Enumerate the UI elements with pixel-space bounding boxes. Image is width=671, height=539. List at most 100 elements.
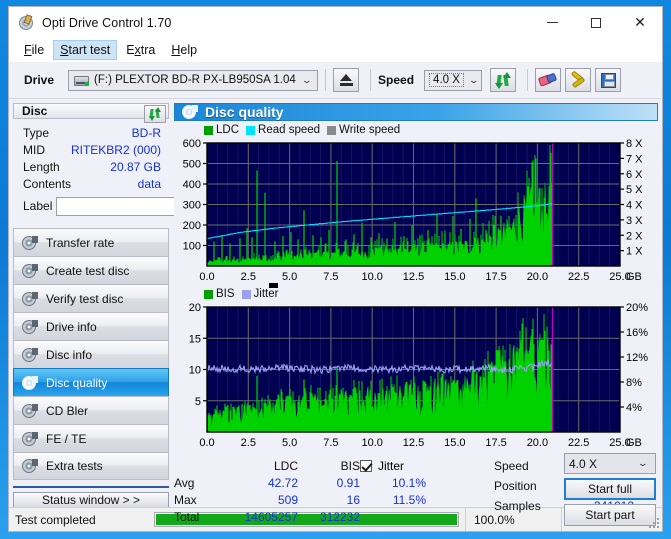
- action-buttons: 4.0 X ⌄ Start full Start part: [564, 453, 656, 526]
- sidebar-item-disc-quality[interactable]: Disc quality: [13, 368, 169, 396]
- eraser-icon: [537, 72, 558, 87]
- disc-icon-8: [22, 431, 38, 446]
- stats-row-label-avg: Avg: [174, 475, 195, 490]
- svg-text:10.0: 10.0: [361, 271, 382, 283]
- disc-quality-icon: [182, 105, 198, 119]
- panel-title: Disc quality: [205, 104, 284, 120]
- svg-text:GB: GB: [626, 271, 642, 283]
- chart-bis[interactable]: 5 10 15 20 4% 8% 12% 16% 20% 0.0 2.5 5.0 7.5 10.0 12.5…: [174, 301, 658, 451]
- erase-button[interactable]: [535, 68, 562, 92]
- speed-stat-label: Speed: [494, 458, 529, 473]
- toolbar: Drive (F:) PLEXTOR BD-R PX-LB950SA 1.04 …: [9, 62, 662, 99]
- disc-row-type: Type BD-R: [15, 124, 167, 141]
- sidebar-item-transfer-rate[interactable]: Transfer rate: [13, 228, 169, 256]
- svg-text:10: 10: [189, 365, 201, 377]
- svg-text:600: 600: [183, 138, 201, 150]
- disc-panel-title: Disc: [22, 104, 48, 118]
- svg-text:5.0: 5.0: [282, 437, 297, 449]
- menu-help[interactable]: Help: [164, 40, 204, 60]
- maximize-button[interactable]: [574, 7, 618, 38]
- close-button[interactable]: ✕: [618, 7, 662, 38]
- svg-text:20%: 20%: [626, 302, 648, 314]
- menu-file[interactable]: File: [17, 40, 51, 60]
- start-full-button[interactable]: Start full: [564, 478, 656, 500]
- start-full-label: Start full: [587, 482, 632, 496]
- legend-label-write-speed: Write speed: [339, 124, 401, 136]
- svg-text:17.5: 17.5: [485, 437, 506, 449]
- disc-refresh-button[interactable]: [144, 105, 166, 123]
- sidebar-item-create-test-disc[interactable]: Create test disc: [13, 256, 169, 284]
- start-part-label: Start part: [585, 508, 635, 522]
- svg-text:500: 500: [183, 159, 201, 171]
- maximize-icon: [591, 17, 601, 28]
- left-sidebar: Disc Type BD-R MID RITEKBR2 (000) Length…: [9, 99, 261, 508]
- chart-ldc[interactable]: 100 200 300 400 500 600 1 X 2 X 3 X 4 X 5 X 6 X 7 X 8…: [174, 137, 658, 285]
- disc-value-mid: RITEKBR2 (000): [70, 142, 161, 157]
- disc-icon-2: [22, 263, 38, 278]
- disc-row-mid: MID RITEKBR2 (000): [15, 141, 167, 158]
- disc-info-list: Type BD-R MID RITEKBR2 (000) Length 20.8…: [13, 119, 261, 222]
- svg-text:7.5: 7.5: [323, 437, 338, 449]
- stats-pad-2: [426, 491, 488, 508]
- sidebar-accent-bar: [13, 486, 169, 488]
- sidebar-label-disc-info: Disc info: [46, 347, 93, 362]
- status-text: Test completed: [15, 512, 96, 527]
- svg-text:3 X: 3 X: [626, 215, 643, 227]
- legend-swatch-write-speed: [327, 125, 337, 135]
- stats-avg-bis: 0.91: [336, 475, 360, 490]
- resize-grip[interactable]: [648, 517, 659, 528]
- disc-label-row: Label: [15, 192, 261, 218]
- speed-select[interactable]: 4.0 X ⌄: [424, 69, 483, 91]
- save-button[interactable]: [595, 68, 622, 92]
- svg-text:2 X: 2 X: [626, 230, 643, 242]
- legend-chart2: BIS Jitter: [174, 283, 658, 301]
- disc-icon-7: [22, 403, 38, 418]
- status-window-button[interactable]: Status window > >: [13, 492, 169, 508]
- charts-container: LDC Read speed Write speed 100 200 300 400 5…: [174, 121, 658, 451]
- sidebar-label-fe-te: FE / TE: [46, 431, 87, 446]
- svg-text:GB: GB: [626, 437, 642, 449]
- stats-pad-3: [360, 508, 426, 525]
- drive-value: (F:) PLEXTOR BD-R PX-LB950SA 1.04: [94, 74, 296, 86]
- eject-button[interactable]: [333, 68, 360, 92]
- disc-value-length: 20.87 GB: [110, 159, 161, 174]
- svg-text:20.0: 20.0: [527, 271, 548, 283]
- svg-text:10.0: 10.0: [361, 437, 382, 449]
- sidebar-label-disc-quality: Disc quality: [46, 375, 108, 390]
- svg-text:7.5: 7.5: [323, 271, 338, 283]
- stats-max-bis: 16: [346, 492, 360, 507]
- svg-text:4%: 4%: [626, 402, 642, 414]
- refresh-button[interactable]: [490, 68, 517, 92]
- sidebar-label-transfer-rate: Transfer rate: [46, 235, 115, 250]
- toolbar-divider-2: [370, 69, 372, 91]
- sidebar-item-fe-te[interactable]: FE / TE: [13, 424, 169, 452]
- sidebar-item-drive-info[interactable]: Drive info: [13, 312, 169, 340]
- stats-header-bis: BIS: [340, 458, 360, 473]
- speed-label: Speed: [378, 73, 415, 87]
- menu-start-test[interactable]: Start test: [53, 40, 118, 60]
- menu-extra[interactable]: Extra: [119, 40, 162, 60]
- sidebar-item-cd-bler[interactable]: CD Bler: [13, 396, 169, 424]
- sidebar-label-extra-tests: Extra tests: [46, 459, 103, 473]
- chevron-down-icon-2: ⌄: [467, 74, 479, 85]
- drive-icon: [74, 74, 90, 87]
- window-title: Opti Drive Control 1.70: [42, 15, 172, 30]
- tools-icon: [570, 70, 587, 88]
- drive-select[interactable]: (F:) PLEXTOR BD-R PX-LB950SA 1.04 ⌄: [68, 69, 319, 91]
- disc-row-contents: Contents data: [15, 175, 167, 192]
- app-icon: [18, 13, 34, 31]
- disc-value-contents: data: [137, 176, 161, 191]
- sidebar-item-verify-test-disc[interactable]: Verify test disc: [13, 284, 169, 312]
- tools-button[interactable]: [565, 68, 592, 92]
- sidebar-item-disc-info[interactable]: Disc info: [13, 340, 169, 368]
- legend-swatch-ldc: [204, 125, 213, 135]
- stats-max-jitter: 11.5%: [392, 492, 426, 507]
- start-part-button[interactable]: Start part: [564, 504, 656, 526]
- legend-bis: BIS: [204, 288, 235, 300]
- test-speed-select[interactable]: 4.0 X ⌄: [564, 453, 656, 474]
- jitter-checkbox[interactable]: [360, 459, 372, 472]
- sidebar-item-extra-tests[interactable]: Extra tests: [13, 452, 169, 480]
- minimize-button[interactable]: [530, 7, 574, 38]
- stats-header-pad: [426, 457, 488, 474]
- chevron-down-icon: ⌄: [301, 74, 313, 85]
